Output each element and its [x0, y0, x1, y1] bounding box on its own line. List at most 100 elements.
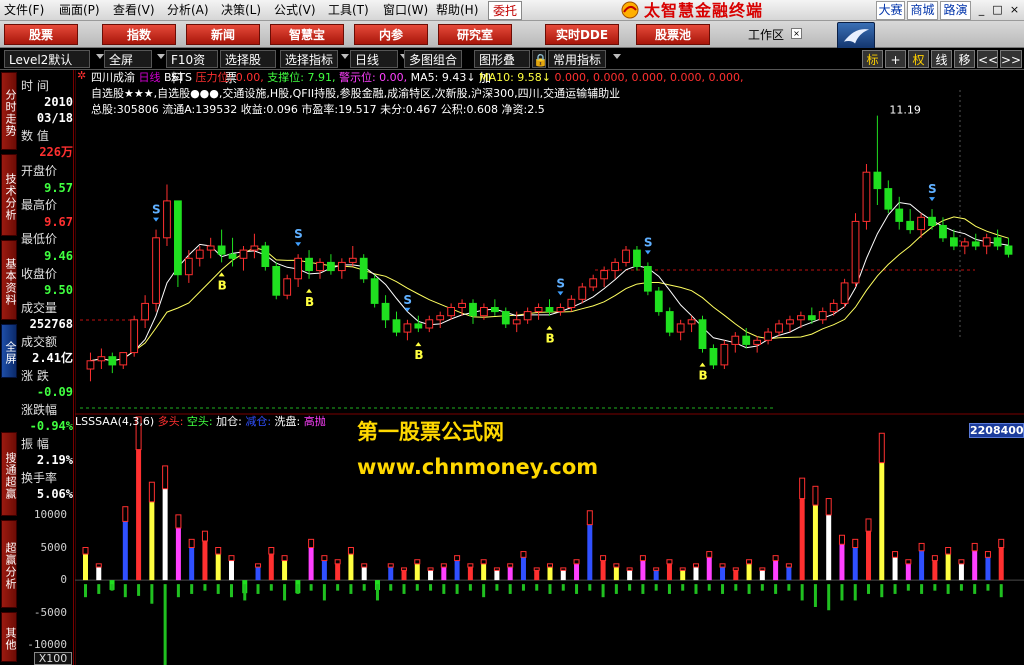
indicator-bar-down [906, 584, 910, 591]
indicator-bar-down [137, 584, 141, 596]
indicator-segment: 空头: [186, 415, 217, 428]
settings-star-icon[interactable]: ✲ [77, 69, 86, 82]
side-tab-other[interactable]: 其他 [1, 612, 17, 662]
indicator-bar-positive [136, 449, 142, 581]
chevron-down-icon[interactable] [96, 54, 104, 59]
side-tab-search-super[interactable]: 搜通超赢 [1, 432, 17, 516]
candle-body [523, 311, 532, 321]
menu-formula[interactable]: 公式(V) [274, 2, 316, 19]
stock-button[interactable]: 股票 [4, 24, 78, 45]
indicator-bar-outline [480, 559, 487, 565]
main-toolbar: 股票 指数 新闻 智慧宝 内参 研究室 实时DDE 股票池 工作区 × _▫× [0, 21, 1024, 63]
chevron-down-icon[interactable] [157, 54, 165, 59]
period-daily-select[interactable]: 日线 [350, 50, 398, 68]
sell-marker: S [294, 227, 303, 241]
side-tab-technical[interactable]: 技术分析 [1, 154, 17, 236]
indicator-bar-down [999, 584, 1003, 598]
chevron-down-icon[interactable] [613, 54, 621, 59]
candle-body [294, 257, 303, 280]
chevron-down-icon[interactable] [341, 54, 349, 59]
tab-mall[interactable]: 商城 [907, 1, 938, 20]
indicator-bar-positive [746, 563, 752, 581]
menu-view[interactable]: 查看(V) [113, 2, 155, 19]
workspace-close-icon[interactable]: × [791, 28, 802, 39]
insider-button[interactable]: 内参 [354, 24, 428, 45]
indicator-bar-positive [574, 563, 580, 581]
close-button[interactable]: × [1007, 3, 1022, 17]
side-tab-intraday[interactable]: 分时走势 [1, 72, 17, 150]
indicator-bar-outline [600, 555, 607, 562]
news-button[interactable]: 新闻 [186, 24, 260, 45]
entrust-button[interactable]: 委托 [488, 1, 522, 20]
indicator-bar-positive [733, 570, 739, 581]
select-stock-button[interactable]: 选择股票 [220, 50, 276, 85]
candle-body [731, 335, 740, 345]
brand-logo-icon [621, 1, 639, 19]
research-button[interactable]: 研究室 [438, 24, 512, 45]
scale-label[interactable]: X100 [34, 652, 72, 665]
sell-arrow-icon [557, 291, 564, 296]
menu-analyze[interactable]: 分析(A) [167, 2, 209, 19]
lock-icon[interactable]: 🔒 [532, 50, 548, 68]
level2-default-select[interactable]: Level2默认 [4, 50, 90, 68]
candle-body [873, 171, 882, 190]
tab-roadshow[interactable]: 路演 [940, 1, 971, 20]
indicator-bar-down [853, 584, 857, 601]
realtime-dde-button[interactable]: 实时DDE [545, 24, 619, 45]
menu-tools[interactable]: 工具(T) [328, 2, 369, 19]
side-tab-fullscreen[interactable]: 全屏 [1, 324, 17, 378]
indicator-bar-down [269, 584, 273, 591]
menu-help[interactable]: 帮助(H) [436, 2, 478, 19]
header-segment: 0.000, 0.000, 0.000, 0.000, 0.000, [554, 71, 744, 84]
indicator-bar-outline [347, 547, 354, 555]
menu-screen[interactable]: 画面(P) [59, 2, 100, 19]
indicator-bar-outline [653, 567, 660, 571]
select-indicator-button[interactable]: 选择指标 [280, 50, 338, 68]
indicator-bar-down [216, 584, 220, 594]
header-segment: MA10: 9.58↓ [479, 71, 555, 84]
stock-pool-button[interactable]: 股票池 [636, 24, 710, 45]
multi-chart-button[interactable]: 多图组合 [404, 50, 462, 68]
candle-body [556, 307, 565, 313]
menu-window[interactable]: 窗口(W) [383, 2, 428, 19]
header-segment: MA5: 9.43↓ [410, 71, 480, 84]
kline-chart[interactable]: B B B B B S S S S S S 11.19 [75, 70, 1024, 665]
sell-marker: S [644, 235, 653, 249]
mark-button[interactable]: 标 [862, 50, 883, 68]
indicator-bar-down [986, 584, 990, 591]
indicator-bar-down [535, 584, 539, 591]
indicator-bar-down [442, 584, 446, 594]
tab-contest[interactable]: 大赛 [876, 1, 905, 20]
common-indicators-button[interactable]: 常用指标 [548, 50, 606, 68]
workspace-label[interactable]: 工作区 [748, 26, 784, 43]
fullscreen-button[interactable]: 全屏 [104, 50, 152, 68]
overlay-button[interactable]: 图形叠加 [474, 50, 530, 85]
scroll-right-button[interactable]: >> [1000, 50, 1022, 68]
maximize-button[interactable]: □ [990, 3, 1005, 17]
menu-file[interactable]: 文件(F) [4, 2, 44, 19]
side-tab-fundamentals[interactable]: 基本资料 [1, 240, 17, 320]
rights-button[interactable]: 权 [908, 50, 929, 68]
menu-decision[interactable]: 决策(L) [221, 2, 261, 19]
candle-body [217, 245, 226, 255]
candle-body [490, 307, 499, 313]
crosshair-button[interactable]: + [885, 50, 906, 68]
indicator-segment: 多头: [157, 415, 187, 428]
indicator-bar-positive [175, 527, 181, 581]
indicator-bar-down [973, 584, 977, 594]
indicator-bar-down [614, 584, 618, 594]
smart-treasure-button[interactable]: 智慧宝 [270, 24, 344, 45]
line-button[interactable]: 线 [931, 50, 952, 68]
indicator-bar-outline [255, 563, 262, 568]
indicator-bar-down [521, 584, 525, 591]
indicator-bar-outline [706, 551, 713, 558]
f10-info-button[interactable]: F10资料 [166, 50, 218, 85]
scroll-left-button[interactable]: << [977, 50, 998, 68]
side-tab-super-analysis[interactable]: 超赢分析 [1, 520, 17, 608]
move-button[interactable]: 移 [954, 50, 975, 68]
indicator-bar-positive [96, 567, 102, 581]
candle-body [939, 225, 947, 239]
chart-canvas[interactable]: B B B B B S S S S S S 11.19 [75, 70, 1024, 665]
minimize-button[interactable]: _ [974, 3, 989, 17]
index-button[interactable]: 指数 [102, 24, 176, 45]
